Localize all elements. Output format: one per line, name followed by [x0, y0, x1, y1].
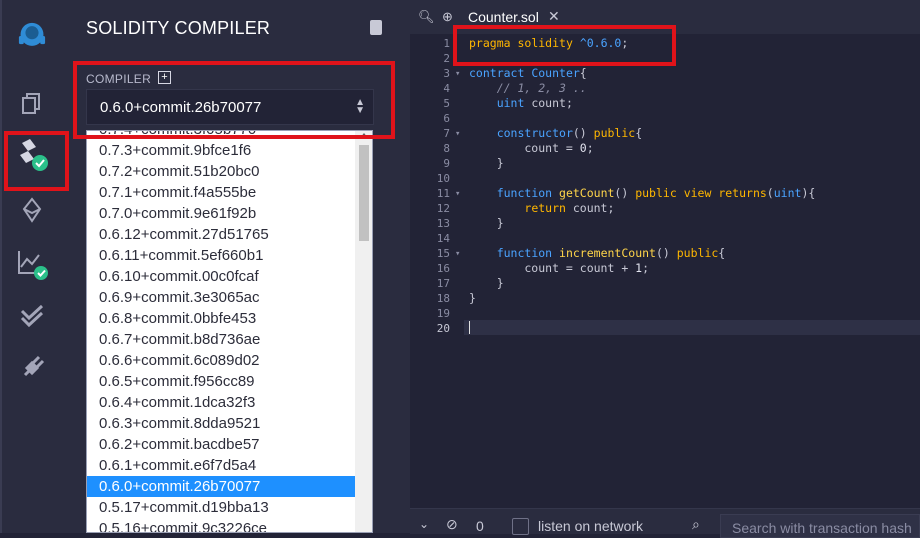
fold-icon[interactable]: ▾	[455, 249, 460, 259]
dropdown-option[interactable]: 0.6.6+commit.6c089d02	[87, 350, 355, 371]
transaction-search-input[interactable]: Search with transaction hash	[720, 514, 920, 538]
code-line-17[interactable]: }	[469, 276, 504, 290]
line-number: 13	[436, 217, 450, 230]
icon-rail	[0, 0, 60, 533]
pending-tx-count: 0	[476, 518, 484, 534]
dropdown-option[interactable]: 0.6.0+commit.26b70077	[87, 476, 355, 497]
compiler-version-dropdown[interactable]: 0.7.4+commit.3f05b7700.7.3+commit.9bfce1…	[86, 130, 373, 533]
dropdown-option[interactable]: 0.5.17+commit.d19bba13	[87, 497, 355, 518]
dropdown-option[interactable]: 0.6.4+commit.1dca32f3	[87, 392, 355, 413]
documentation-icon[interactable]	[370, 20, 382, 35]
dropdown-option[interactable]: 0.6.11+commit.5ef660b1	[87, 245, 355, 266]
dropdown-option[interactable]: 0.6.1+commit.e6f7d5a4	[87, 455, 355, 476]
line-number: 20	[436, 322, 450, 335]
fold-icon[interactable]: ▾	[455, 69, 460, 79]
zoom-out-icon[interactable]: 🔍︎	[418, 9, 435, 25]
line-number: 15	[436, 247, 450, 260]
dropdown-option[interactable]: 0.7.1+commit.f4a555be	[87, 182, 355, 203]
code-line-7[interactable]: constructor() public{	[469, 126, 642, 140]
editor: 🔍︎ ⊕ Counter.sol ✕ 1 2 3 4 5 6 7 8 9 10 11 12 13 14 15…	[410, 0, 920, 538]
select-arrows-icon: ▲ ▼	[355, 97, 365, 116]
dropdown-option[interactable]: 0.6.10+commit.00c0fcaf	[87, 266, 355, 287]
terminal-bar: ⌄ ⊘ 0 listen on network ⌕ Search with tr…	[410, 508, 920, 538]
dropdown-option[interactable]: 0.6.5+commit.f956cc89	[87, 371, 355, 392]
panel-title: SOLIDITY COMPILER	[86, 18, 271, 38]
code-line-15[interactable]: function incrementCount() public{	[469, 246, 726, 260]
line-number: 19	[436, 307, 450, 320]
line-number: 8	[443, 142, 450, 155]
file-explorer-icon[interactable]	[14, 85, 50, 121]
code-line-1[interactable]: pragma solidity ^0.6.0;	[469, 36, 628, 50]
test-icon[interactable]	[14, 298, 50, 334]
line-number: 18	[436, 292, 450, 305]
analysis-icon[interactable]	[14, 246, 50, 282]
code-line-4[interactable]: // 1, 2, 3 ..	[469, 81, 587, 95]
line-gutter: 1 2 3 4 5 6 7 8 9 10 11 12 13 14 15 16 17 18 19 20	[410, 34, 464, 508]
dropdown-option[interactable]: 0.7.2+commit.51b20bc0	[87, 161, 355, 182]
tab-counter-sol[interactable]: Counter.sol	[468, 9, 539, 28]
text-cursor	[469, 321, 470, 334]
line-number: 9	[443, 157, 450, 170]
clear-icon[interactable]: ⊘	[446, 516, 458, 533]
fold-icon[interactable]: ▾	[455, 129, 460, 139]
line-number: 6	[443, 112, 450, 125]
code-line-8[interactable]: count = 0;	[469, 141, 593, 155]
scroll-up-icon[interactable]	[360, 133, 368, 138]
dropdown-option[interactable]: 0.7.0+commit.9e61f92b	[87, 203, 355, 224]
dropdown-option[interactable]: 0.6.12+commit.27d51765	[87, 224, 355, 245]
line-number: 7	[443, 127, 450, 140]
code-line-16[interactable]: count = count + 1;	[469, 261, 649, 275]
editor-tab-bar: 🔍︎ ⊕ Counter.sol ✕	[410, 0, 920, 34]
dropdown-scrollbar[interactable]	[355, 131, 372, 532]
compiler-selected-value: 0.6.0+commit.26b70077	[100, 99, 262, 116]
code-line-18[interactable]: }	[469, 291, 476, 305]
dropdown-option[interactable]: 0.7.4+commit.3f05b770	[87, 131, 355, 140]
code-line-11[interactable]: function getCount() public view returns(…	[469, 186, 816, 200]
code-line-9[interactable]: }	[469, 156, 504, 170]
dropdown-option[interactable]: 0.6.8+commit.0bbfe453	[87, 308, 355, 329]
add-compiler-icon[interactable]: +	[158, 71, 171, 84]
remix-logo-icon[interactable]	[14, 18, 50, 54]
line-number: 3	[443, 67, 450, 80]
line-number: 4	[443, 82, 450, 95]
dropdown-scroll-thumb[interactable]	[359, 145, 369, 241]
line-number: 14	[436, 232, 450, 245]
plugin-manager-icon[interactable]	[14, 350, 50, 386]
line-number: 10	[436, 172, 450, 185]
code-line-5[interactable]: uint count;	[469, 96, 573, 110]
dropdown-option[interactable]: 0.6.9+commit.3e3065ac	[87, 287, 355, 308]
close-icon[interactable]: ✕	[548, 8, 560, 25]
compiler-label: COMPILER	[86, 72, 152, 86]
dropdown-option[interactable]: 0.5.16+commit.9c3226ce	[87, 518, 355, 532]
listen-network-checkbox[interactable]	[512, 518, 529, 535]
line-number: 1	[443, 37, 450, 50]
compiler-version-select[interactable]: 0.6.0+commit.26b70077 ▲ ▼	[86, 89, 374, 125]
solidity-compiler-icon[interactable]	[14, 137, 50, 173]
listen-network-label: listen on network	[538, 518, 644, 534]
line-number: 12	[436, 202, 450, 215]
code-line-13[interactable]: }	[469, 216, 504, 230]
dropdown-option[interactable]: 0.6.2+commit.bacdbe57	[87, 434, 355, 455]
line-number: 11	[436, 187, 450, 200]
dropdown-option[interactable]: 0.6.7+commit.b8d736ae	[87, 329, 355, 350]
active-line	[410, 320, 920, 335]
search-icon: ⌕	[692, 516, 700, 532]
fold-icon[interactable]: ▾	[455, 189, 460, 199]
line-number: 5	[443, 97, 450, 110]
zoom-in-icon[interactable]: ⊕	[442, 9, 453, 25]
dropdown-option[interactable]: 0.6.3+commit.8dda9521	[87, 413, 355, 434]
code-line-12[interactable]: return count;	[469, 201, 614, 215]
line-number: 2	[443, 52, 450, 65]
code-line-3[interactable]: contract Counter{	[469, 66, 587, 80]
line-number: 16	[436, 262, 450, 275]
deploy-run-icon[interactable]	[14, 192, 50, 228]
dropdown-option[interactable]: 0.7.3+commit.9bfce1f6	[87, 140, 355, 161]
line-number: 17	[436, 277, 450, 290]
rail-edge	[0, 0, 2, 533]
chevron-down-icon[interactable]: ⌄	[419, 517, 429, 531]
